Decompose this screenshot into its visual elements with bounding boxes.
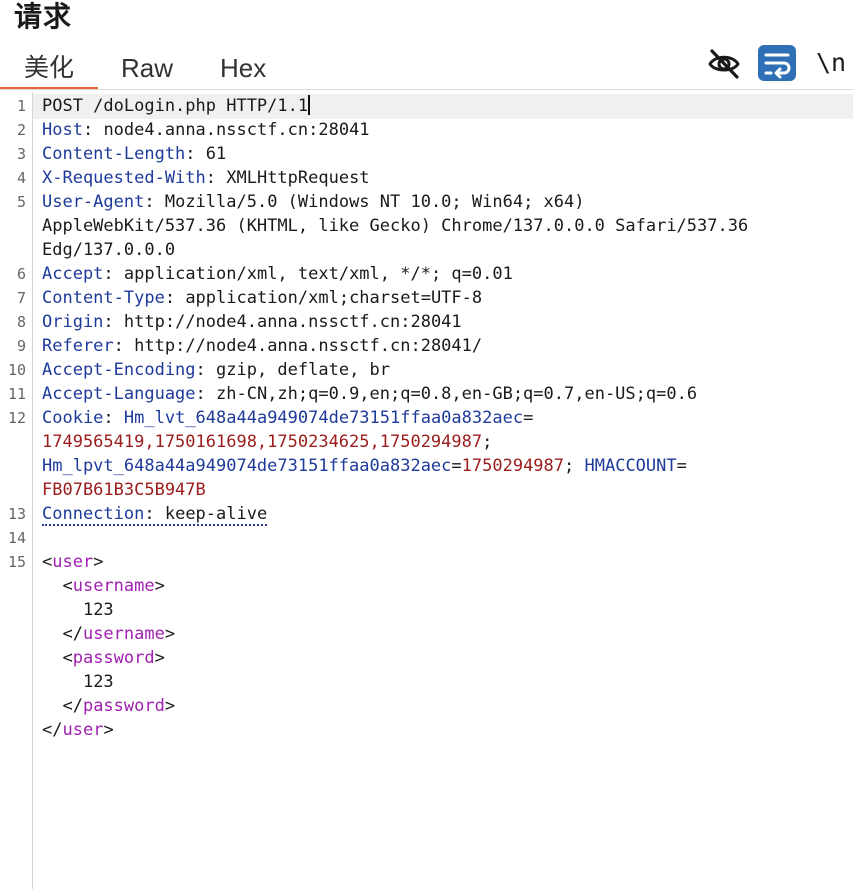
xml-tag: user [52, 552, 94, 572]
line-number: 5 [16, 193, 26, 211]
header-line: Referer: http://node4.anna.nssctf.cn:280… [42, 336, 483, 356]
connection-header: Connection: keep-alive [42, 504, 268, 526]
cookie-name: Hm_lpvt_648a44a949074de73151ffaa0a832aec [42, 456, 452, 476]
header-line-wrap: AppleWebKit/537.36 (KHTML, like Gecko) C… [42, 216, 749, 236]
line-number-gutter: 1 2 3 4 5 6 7 8 9 10 11 12 13 14 15 [0, 92, 33, 889]
header-line: User-Agent: Mozilla/5.0 (Windows NT 10.0… [42, 192, 585, 212]
wrap-lines-icon [764, 53, 791, 79]
header-value: node4.anna.nssctf.cn:28041 [103, 120, 370, 140]
header-value: Mozilla/5.0 (Windows NT 10.0; Win64; x64… [164, 192, 585, 212]
line-number: 9 [16, 337, 26, 355]
line-number: 6 [16, 265, 26, 283]
header-value: XMLHttpRequest [226, 168, 370, 188]
header-name: X-Requested-With [42, 168, 206, 188]
cookie-name: Hm_lvt_648a44a949074de73151ffaa0a832aec [123, 408, 524, 428]
cookie-value: 1749565419,1750161698,1750234625,1750294… [42, 432, 483, 452]
line-number: 10 [7, 361, 26, 379]
header-line: Accept-Language: zh-CN,zh;q=0.9,en;q=0.8… [42, 384, 698, 404]
header-name: Accept-Encoding [42, 360, 196, 380]
hide-nonprinting-button[interactable] [706, 45, 742, 81]
header-value: http://node4.anna.nssctf.cn:28041 [123, 312, 462, 332]
header-line: Accept: application/xml, text/xml, */*; … [42, 264, 513, 284]
line-number: 11 [7, 385, 26, 403]
header-line: X-Requested-With: XMLHttpRequest [42, 168, 370, 188]
tab-hex[interactable]: Hex [220, 48, 266, 88]
cookie-value: FB07B61B3C5B947B [42, 480, 206, 500]
header-line: Accept-Encoding: gzip, deflate, br [42, 360, 391, 380]
line-number: 3 [16, 145, 26, 163]
header-line: Content-Length: 61 [42, 144, 227, 164]
header-value: zh-CN,zh;q=0.9,en;q=0.8,en-GB;q=0.7,en-U… [216, 384, 698, 404]
xml-line: <username> [42, 576, 165, 596]
header-line: Host: node4.anna.nssctf.cn:28041 [42, 120, 370, 140]
header-line: Origin: http://node4.anna.nssctf.cn:2804… [42, 312, 462, 332]
cookie-line-wrap: FB07B61B3C5B947B [42, 478, 206, 502]
header-name: Accept [42, 264, 104, 284]
header-value: http://node4.anna.nssctf.cn:28041/ [134, 336, 483, 356]
request-editor[interactable]: POST /doLogin.php HTTP/1.1 Host: node4.a… [33, 94, 853, 889]
line-number: 14 [7, 529, 26, 547]
xml-line: </user> [42, 720, 114, 740]
xml-value: 123 [82, 600, 114, 620]
eye-slash-icon [708, 49, 740, 79]
header-name: Referer [42, 336, 114, 356]
xml-line: </password> [42, 696, 176, 716]
tab-pretty-label: 美化 [23, 53, 74, 82]
xml-line: <password> [42, 648, 165, 668]
line-number: 7 [16, 289, 26, 307]
xml-line: </username> [42, 624, 176, 644]
header-name: Content-Type [42, 288, 165, 308]
cookie-name: HMACCOUNT [584, 456, 677, 476]
header-name: Connection [42, 504, 145, 524]
header-value: application/xml;charset=UTF-8 [185, 288, 483, 308]
panel-title: 请求 [14, 0, 73, 33]
header-name: Accept-Language [42, 384, 196, 404]
line-number: 8 [16, 313, 26, 331]
line-number: 4 [16, 169, 26, 187]
line-number: 15 [7, 553, 26, 571]
xml-line: 123 [42, 670, 114, 694]
cookie-line: Cookie: Hm_lvt_648a44a949074de73151ffaa0… [42, 408, 534, 428]
xml-tag: username [82, 624, 165, 644]
tab-divider [0, 89, 853, 90]
header-name: Host [42, 120, 83, 140]
line-number: 13 [7, 505, 26, 523]
xml-line: 123 [42, 598, 114, 622]
xml-tag: password [72, 648, 155, 668]
xml-value: 123 [82, 672, 114, 692]
wrap-lines-button[interactable] [758, 45, 796, 81]
header-value: keep-alive [164, 504, 268, 524]
request-line-text: POST /doLogin.php HTTP/1.1 [42, 96, 309, 116]
header-name: Content-Length [42, 144, 186, 164]
text-cursor [308, 95, 311, 115]
tab-raw[interactable]: Raw [121, 48, 173, 88]
header-name: Cookie [42, 408, 104, 428]
cookie-line-wrap: 1749565419,1750161698,1750234625,1750294… [42, 432, 493, 452]
xml-tag: user [62, 720, 104, 740]
line-number: 2 [16, 121, 26, 139]
xml-line: <user> [42, 552, 104, 572]
header-value: application/xml, text/xml, */*; q=0.01 [123, 264, 513, 284]
cookie-line-wrap: Hm_lpvt_648a44a949074de73151ffaa0a832aec… [42, 456, 687, 476]
request-line: POST /doLogin.php HTTP/1.1 [42, 94, 311, 118]
line-number: 12 [7, 409, 26, 427]
header-value: gzip, deflate, br [216, 360, 391, 380]
header-line-wrap: Edg/137.0.0.0 [42, 240, 176, 260]
tab-pretty[interactable]: 美化 [0, 48, 98, 90]
header-line: Content-Type: application/xml;charset=UT… [42, 288, 483, 308]
xml-tag: username [72, 576, 155, 596]
header-value: 61 [205, 144, 227, 164]
show-newlines-button[interactable]: \n [816, 45, 846, 81]
header-line: Connection: keep-alive [42, 502, 268, 526]
cookie-value: 1750294987 [461, 456, 565, 476]
xml-tag: password [82, 696, 165, 716]
header-name: User-Agent [42, 192, 145, 212]
header-name: Origin [42, 312, 104, 332]
line-number: 1 [16, 97, 26, 115]
